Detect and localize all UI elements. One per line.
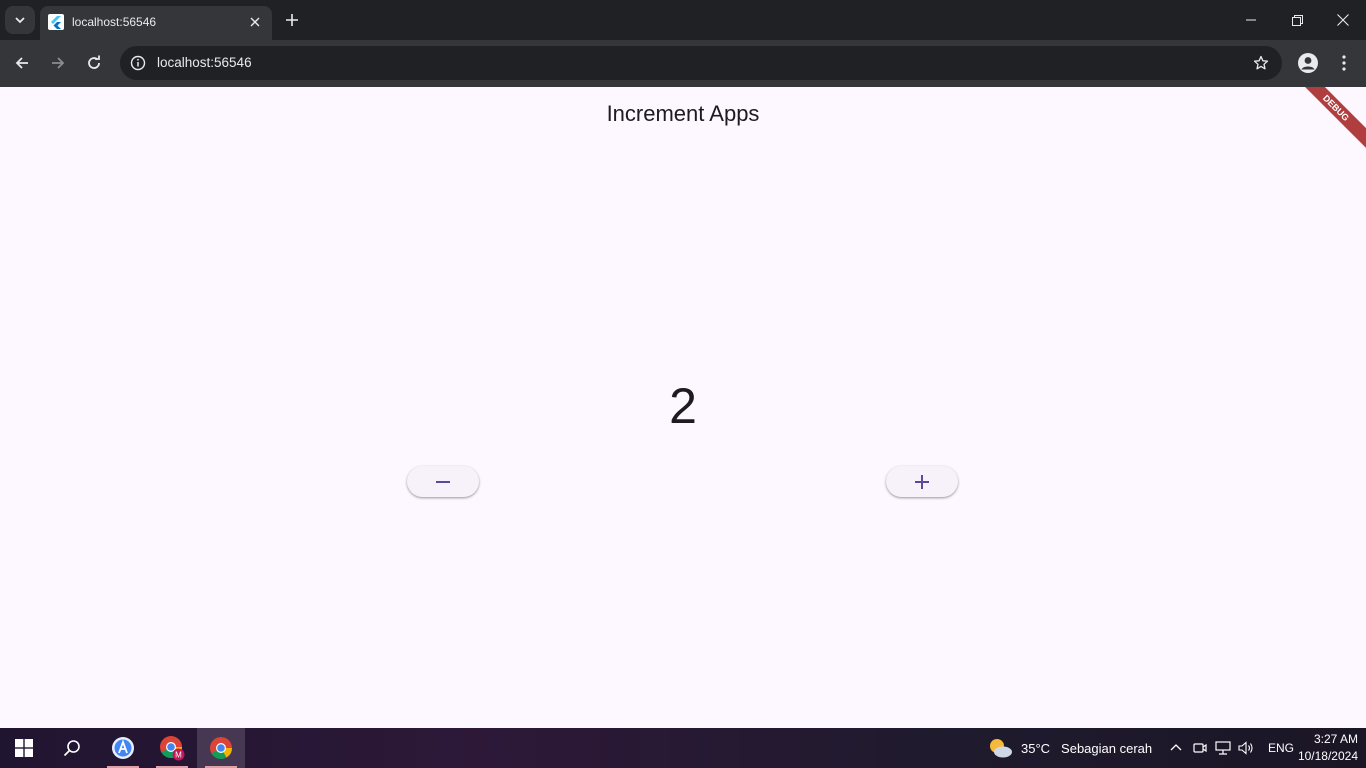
network-icon[interactable]: [1215, 741, 1231, 755]
flutter-favicon-icon: [48, 14, 64, 30]
back-arrow-icon[interactable]: [7, 48, 37, 78]
tab-search-button[interactable]: [5, 6, 35, 34]
app-viewport: Increment Apps 2 DEBUG: [0, 87, 1366, 728]
svg-text:M: M: [175, 751, 182, 760]
restore-icon[interactable]: [1274, 0, 1320, 40]
bookmark-star-icon[interactable]: [1252, 54, 1270, 72]
browser-toolbar: localhost:56546: [0, 40, 1366, 87]
chevron-down-icon: [15, 17, 25, 24]
weather-temp: 35°C: [1021, 740, 1051, 756]
partly-sunny-icon: [990, 739, 1012, 758]
system-tray: ENG: [1169, 728, 1294, 768]
clock-time: 3:27 AM: [1313, 732, 1358, 746]
url-text[interactable]: localhost:56546: [157, 55, 252, 70]
chrome-profile-app-icon[interactable]: M: [148, 728, 196, 768]
more-menu-icon[interactable]: [1329, 48, 1359, 78]
windows-start-icon[interactable]: [0, 728, 48, 768]
browser-tab[interactable]: localhost:56546: [40, 6, 272, 40]
increment-button[interactable]: [886, 466, 958, 497]
weather-condition: Sebagian cerah: [1061, 740, 1153, 756]
windows-taskbar: M 35°C Sebagian cerah ENG 3:27 AM 10/18/…: [0, 728, 1366, 768]
minimize-icon[interactable]: [1228, 0, 1274, 40]
app-bar-title: Increment Apps: [606, 101, 760, 126]
address-bar[interactable]: localhost:56546: [120, 46, 1282, 80]
show-hidden-icons-chevron-icon[interactable]: [1169, 741, 1183, 755]
minus-icon: [436, 480, 450, 483]
clock-date: 10/18/2024: [1297, 749, 1358, 763]
decrement-button[interactable]: [407, 466, 479, 497]
reload-icon[interactable]: [79, 48, 109, 78]
tab-title: localhost:56546: [72, 15, 157, 29]
taskbar-search-icon[interactable]: [48, 728, 96, 768]
android-studio-app-icon[interactable]: [99, 728, 147, 768]
taskbar-clock[interactable]: 3:27 AM 10/18/2024: [1298, 731, 1358, 765]
counter-value: 2: [669, 378, 697, 434]
language-indicator[interactable]: ENG: [1268, 741, 1294, 755]
browser-tab-strip: localhost:56546: [0, 0, 1366, 40]
site-info-icon[interactable]: [129, 54, 147, 72]
tab-close-icon[interactable]: [246, 13, 264, 31]
new-tab-icon[interactable]: [282, 10, 302, 30]
meet-now-icon[interactable]: [1193, 741, 1207, 755]
weather-widget[interactable]: 35°C Sebagian cerah: [988, 728, 1152, 768]
window-close-icon[interactable]: [1320, 0, 1366, 40]
volume-icon[interactable]: [1238, 741, 1254, 755]
chrome-app-icon[interactable]: [197, 728, 245, 768]
plus-icon: [915, 474, 929, 489]
forward-arrow-icon[interactable]: [43, 48, 73, 78]
profile-avatar-icon[interactable]: [1293, 48, 1323, 78]
